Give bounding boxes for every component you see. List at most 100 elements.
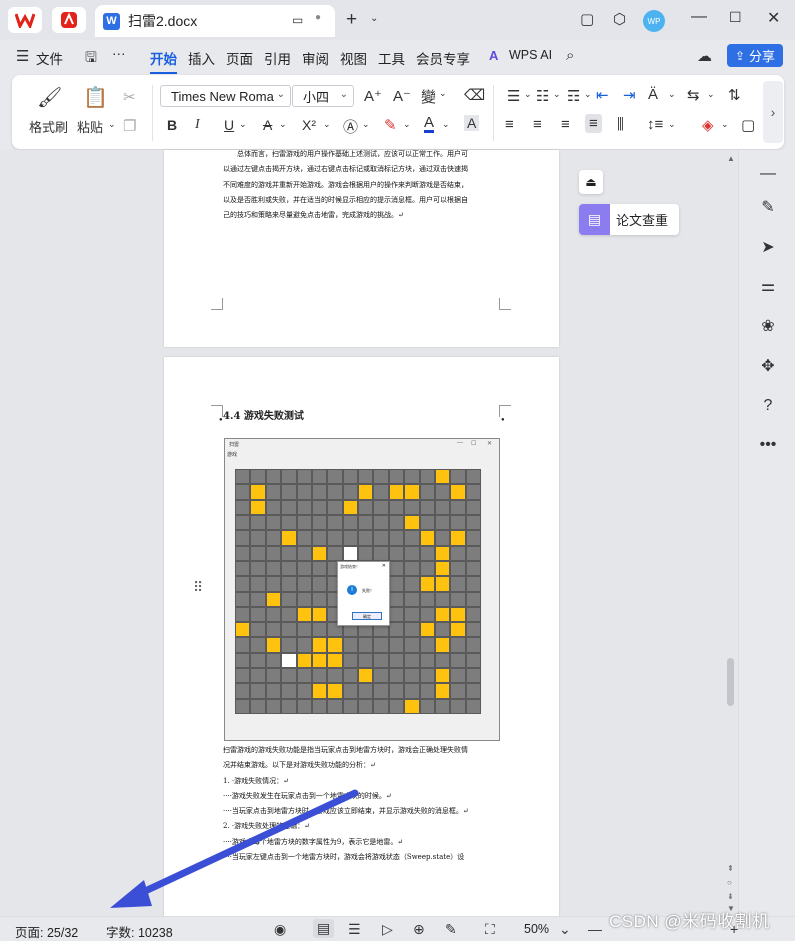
font-name-select[interactable]: Times New Roma ⌄	[160, 85, 291, 107]
multilevel-list-icon[interactable]: ☶	[567, 87, 580, 105]
vertical-scrollbar[interactable]: ▲ ⇞ ○ ⇟ ▼	[724, 150, 738, 916]
font-color-icon[interactable]: A	[424, 115, 435, 133]
font-size-select[interactable]: 小四 ⌄	[292, 85, 354, 107]
new-tab-plus-icon[interactable]: +	[346, 9, 357, 31]
document-tab[interactable]: W 扫雷2.docx ▭ ●	[95, 5, 335, 37]
menu-more[interactable]: ···	[112, 46, 126, 61]
page-indicator[interactable]: 页面: 25/32	[15, 922, 78, 941]
text-direction-dropdown-icon[interactable]: ⌄	[668, 89, 676, 100]
share-button[interactable]: ⇪ 分享	[727, 44, 783, 67]
bold-icon[interactable]: B	[167, 117, 177, 133]
italic-icon[interactable]: I	[195, 117, 200, 133]
border-icon[interactable]: ▢	[741, 116, 755, 134]
phonetic-dropdown-icon[interactable]: ⌄	[439, 88, 447, 99]
ribbon-scroll-right-button[interactable]: ›	[763, 81, 783, 143]
highlight-dropdown-icon[interactable]: ⌄	[403, 119, 411, 130]
superscript-icon[interactable]: X²	[302, 117, 316, 133]
align-center-icon[interactable]: ≡	[533, 116, 542, 133]
multilevel-dropdown-icon[interactable]: ⌄	[584, 89, 592, 100]
line-spacing-dropdown-icon[interactable]: ⌄	[668, 119, 676, 130]
swap-dropdown-icon[interactable]: ⌄	[707, 89, 715, 100]
play-icon[interactable]: ▷	[382, 921, 393, 938]
decrease-font-icon[interactable]: A⁻	[393, 87, 411, 105]
underline-dropdown-icon[interactable]: ⌄	[239, 119, 247, 130]
paste-button[interactable]: 粘贴	[77, 117, 103, 136]
wps-ai-button[interactable]: WPS AI	[509, 48, 552, 62]
outline-view-icon[interactable]: ☰	[348, 921, 361, 938]
chevron-down-icon[interactable]: ⌄	[559, 921, 571, 938]
wps-home-button[interactable]	[8, 7, 42, 33]
decrease-indent-icon[interactable]: ⇤	[596, 86, 609, 104]
strikethrough-icon[interactable]: A	[263, 117, 272, 133]
scroll-up-icon[interactable]: ▲	[727, 154, 735, 163]
highlight-icon[interactable]: ✎	[384, 116, 397, 134]
justify-icon[interactable]: ≡	[585, 114, 602, 133]
font-color-dropdown-icon[interactable]: ⌄	[442, 119, 450, 130]
tab-list-chevron-icon[interactable]: ⌄	[370, 13, 378, 24]
align-right-icon[interactable]: ≡	[561, 116, 570, 133]
tab-view[interactable]: 视图	[340, 48, 367, 68]
tools-icon[interactable]: ✥	[757, 355, 779, 377]
align-left-icon[interactable]: ≡	[505, 116, 514, 133]
tab-page[interactable]: 页面	[226, 48, 253, 68]
search-icon[interactable]: ⌕	[566, 47, 574, 64]
format-painter-button[interactable]: 格式刷	[29, 117, 68, 136]
next-page-icon[interactable]: ⇟	[727, 892, 734, 901]
tab-membership[interactable]: 会员专享	[416, 48, 470, 68]
cube-icon[interactable]: ⬡	[613, 10, 626, 28]
bullet-dropdown-icon[interactable]: ⌄	[524, 89, 532, 100]
eye-protection-icon[interactable]: ◉	[274, 921, 286, 938]
paste-icon[interactable]: 📋	[83, 85, 108, 110]
tab-insert[interactable]: 插入	[188, 48, 215, 68]
paste-dropdown-icon[interactable]: ⌄	[108, 119, 116, 130]
cloud-icon[interactable]: ☁	[697, 47, 712, 65]
drag-handle-icon[interactable]: ⠿	[193, 579, 203, 596]
adjust-sliders-icon[interactable]: ⚌	[757, 275, 779, 297]
fit-page-icon[interactable]: ⛶	[485, 921, 495, 938]
swap-icon[interactable]: ⇆	[687, 86, 700, 104]
numbered-dropdown-icon[interactable]: ⌄	[553, 89, 561, 100]
increase-indent-icon[interactable]: ⇥	[623, 86, 636, 104]
web-view-icon[interactable]: ⊕	[413, 921, 425, 938]
menu-file[interactable]: 文件	[36, 48, 63, 68]
collapse-icon[interactable]: —	[757, 163, 779, 185]
tab-review[interactable]: 审阅	[302, 48, 329, 68]
tab-home[interactable]: 开始	[150, 48, 177, 74]
save-icon[interactable]: 🖫	[85, 47, 97, 71]
pdf-app-button[interactable]	[52, 7, 86, 33]
collapse-panel-button[interactable]: ⏏	[579, 170, 603, 194]
numbered-list-icon[interactable]: ☷	[536, 87, 549, 105]
window-tile-icon[interactable]: ▢	[580, 10, 594, 28]
tab-tools[interactable]: 工具	[378, 48, 405, 68]
zoom-out-icon[interactable]: —	[588, 921, 602, 937]
strikethrough-dropdown-icon[interactable]: ⌄	[279, 119, 287, 130]
text-effect-icon[interactable]: Ⓐ	[343, 116, 358, 137]
phonetic-guide-icon[interactable]: 變	[421, 86, 436, 107]
word-count[interactable]: 字数: 10238	[106, 922, 173, 941]
bullet-list-icon[interactable]: ☰	[507, 87, 520, 105]
maximize-icon[interactable]: ☐	[729, 9, 742, 26]
avatar[interactable]: WP	[643, 10, 665, 32]
line-spacing-icon[interactable]: ↕≡	[647, 116, 663, 133]
scrollbar-thumb[interactable]	[727, 658, 734, 706]
cut-icon[interactable]: ✂	[123, 88, 136, 106]
help-icon[interactable]: ?	[757, 395, 779, 417]
more-options-icon[interactable]: •••	[757, 434, 779, 456]
prev-page-icon[interactable]: ⇞	[727, 864, 734, 873]
shading-dropdown-icon[interactable]: ⌄	[721, 119, 729, 130]
superscript-dropdown-icon[interactable]: ⌄	[323, 119, 331, 130]
zoom-level[interactable]: 50%	[524, 922, 549, 936]
minimize-icon[interactable]: —	[691, 8, 707, 26]
hamburger-menu-icon[interactable]: ☰	[16, 47, 29, 65]
close-icon[interactable]: ✕	[767, 8, 780, 28]
tab-references[interactable]: 引用	[264, 48, 291, 68]
underline-icon[interactable]: U	[224, 117, 234, 133]
image-edit-icon[interactable]: ❀	[757, 315, 779, 337]
select-browse-icon[interactable]: ○	[727, 878, 732, 887]
text-effect-dropdown-icon[interactable]: ⌄	[362, 119, 370, 130]
clear-format-icon[interactable]: ⌫	[464, 86, 485, 104]
increase-font-icon[interactable]: A⁺	[364, 87, 382, 105]
paper-check-button[interactable]: ▤ 论文查重	[579, 204, 679, 235]
distributed-align-icon[interactable]: ⫼	[617, 116, 624, 133]
select-cursor-icon[interactable]: ➤	[757, 236, 779, 258]
